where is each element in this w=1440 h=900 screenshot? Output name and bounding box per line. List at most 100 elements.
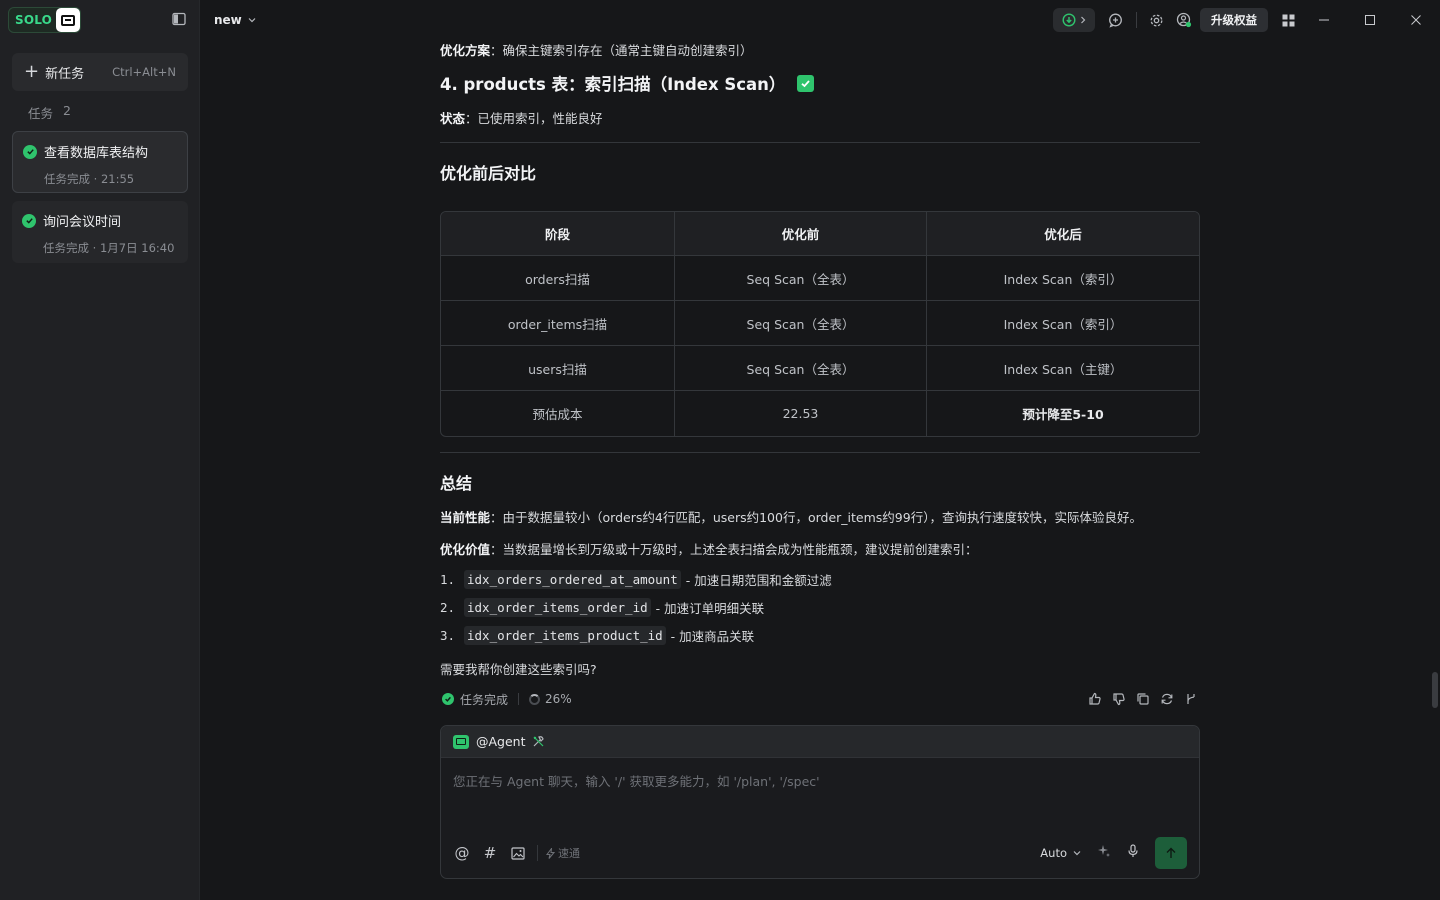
progress-ring-icon — [529, 693, 541, 705]
table-cell: Seq Scan（全表） — [675, 301, 927, 346]
table-header-row: 阶段 优化前 优化后 — [441, 212, 1199, 256]
arrow-up-icon — [1166, 847, 1176, 858]
divider — [518, 693, 520, 705]
opt-plan-text: ：确保主键索引存在（通常主键自动创建索引） — [490, 43, 753, 58]
tasks-label: 任务 — [28, 106, 54, 121]
tools-icon[interactable] — [532, 735, 545, 748]
new-task-button[interactable]: + 新任务 Ctrl+Alt+N — [12, 53, 188, 91]
lightning-icon — [546, 847, 555, 859]
scrollbar-thumb[interactable] — [1432, 672, 1438, 708]
table-row: orders扫描 Seq Scan（全表） Index Scan（索引） — [441, 256, 1199, 301]
download-circle-icon — [1062, 13, 1076, 27]
index-code: idx_order_items_order_id — [464, 598, 651, 617]
composer-header: @Agent — [441, 726, 1199, 758]
new-task-label: 新任务 — [45, 66, 85, 82]
composer-toolbar: @ # 速通 Auto — [453, 837, 1187, 869]
microphone-icon[interactable] — [1127, 844, 1139, 862]
table-cell: order_items扫描 — [441, 301, 675, 346]
table-header: 优化前 — [675, 212, 927, 256]
sidebar: SOLO + 新任务 Ctrl+Alt+N 任务 2 查看数据库表结构 任务完成… — [0, 0, 200, 900]
perf-label: 当前性能 — [440, 510, 491, 525]
section4-title: 4. products 表：索引扫描（Index Scan） — [440, 75, 786, 94]
logo-icon — [56, 8, 81, 32]
list-item: 1. idx_orders_ordered_at_amount - 加速日期范围… — [440, 570, 832, 589]
value-text: ：当数据量增长到万级或十万级时，上述全表扫描会成为性能瓶颈，建议提前创建索引： — [490, 542, 978, 557]
list-number: 2. — [440, 600, 456, 615]
comparison-table: 阶段 优化前 优化后 orders扫描 Seq Scan（全表） Index S… — [440, 211, 1200, 437]
top-bar: new 升级权益 — [201, 0, 1440, 40]
check-circle-icon — [22, 213, 36, 228]
account-icon[interactable] — [1174, 10, 1194, 30]
question-line: 需要我帮你创建这些索引吗? — [440, 662, 597, 677]
sparkle-icon[interactable] — [1097, 844, 1111, 862]
chat-add-icon[interactable] — [1105, 10, 1125, 30]
gear-icon[interactable] — [1146, 10, 1166, 30]
list-number: 3. — [440, 628, 456, 643]
table-cell: Seq Scan（全表） — [675, 346, 927, 391]
summary-heading: 总结 — [440, 474, 473, 493]
upgrade-button[interactable]: 升级权益 — [1200, 8, 1268, 32]
section-heading: 4. products 表：索引扫描（Index Scan） — [440, 71, 815, 95]
table-cell: Index Scan（索引） — [927, 256, 1199, 301]
close-icon[interactable] — [1406, 10, 1426, 30]
hash-icon[interactable]: # — [481, 844, 499, 862]
agent-mention[interactable]: @Agent — [476, 734, 526, 749]
table-cell: Seq Scan（全表） — [675, 256, 927, 301]
status-text: ：已使用索引，性能良好 — [465, 111, 603, 126]
index-desc: - 加速订单明细关联 — [655, 601, 765, 616]
solo-brand[interactable]: SOLO — [8, 7, 82, 33]
new-task-shortcut: Ctrl+Alt+N — [112, 65, 176, 79]
table-header: 优化后 — [927, 212, 1199, 256]
chat-composer: @Agent 您正在与 Agent 聊天，输入 '/' 获取更多能力，如 '/p… — [440, 725, 1200, 879]
brand-label: SOLO — [15, 13, 53, 27]
project-selector[interactable]: new — [214, 13, 256, 27]
apps-grid-icon[interactable] — [1278, 10, 1298, 30]
message-actions — [1088, 692, 1198, 706]
task-title: 查看数据库表结构 — [44, 146, 149, 161]
chevron-down-icon — [248, 18, 256, 23]
table-header: 阶段 — [441, 212, 675, 256]
perf-text: ：由于数据量较小（orders约4行匹配，users约100行，order_it… — [490, 510, 1142, 525]
table-cell: 22.53 — [675, 391, 927, 436]
opt-plan-label: 优化方案 — [440, 43, 491, 58]
composer-right-tools: Auto — [1040, 837, 1187, 869]
mention-icon[interactable]: @ — [453, 844, 471, 862]
tasks-header: 任务 2 — [28, 103, 71, 122]
value-line: 优化价值：当数据量增长到万级或十万级时，上述全表扫描会成为性能瓶颈，建议提前创建… — [440, 539, 978, 558]
list-number: 1. — [440, 572, 456, 587]
sidebar-toggle-icon[interactable] — [172, 12, 188, 28]
thumbs-up-icon[interactable] — [1088, 692, 1102, 706]
divider — [440, 142, 1200, 143]
check-mark-icon — [797, 74, 815, 92]
maximize-icon[interactable] — [1360, 10, 1380, 30]
value-label: 优化价值 — [440, 542, 491, 557]
copy-icon[interactable] — [1136, 692, 1150, 706]
status-label: 状态 — [440, 111, 466, 126]
table-row: 预估成本 22.53 预计降至5-10 — [441, 391, 1199, 436]
model-selector[interactable]: Auto — [1040, 846, 1081, 860]
run-button[interactable] — [1053, 8, 1095, 32]
image-icon[interactable] — [509, 844, 527, 862]
task-item-db-schema[interactable]: 查看数据库表结构 任务完成 · 21:55 — [12, 131, 188, 193]
index-code: idx_order_items_product_id — [464, 626, 666, 645]
task-status: 任务完成 · 1月7日 16:40 — [43, 241, 175, 255]
refresh-icon[interactable] — [1160, 692, 1174, 706]
speed-toggle[interactable]: 速通 — [537, 845, 580, 861]
plus-icon: + — [24, 61, 40, 82]
table-row: users扫描 Seq Scan（全表） Index Scan（主键） — [441, 346, 1199, 391]
tasks-count: 2 — [63, 103, 71, 118]
send-button[interactable] — [1155, 837, 1187, 869]
agent-icon — [453, 734, 469, 749]
chat-input[interactable]: 您正在与 Agent 聊天，输入 '/' 获取更多能力，如 '/plan', '… — [453, 771, 820, 790]
divider — [440, 452, 1200, 453]
task-status: 任务完成 · 21:55 — [44, 172, 135, 186]
thumbs-down-icon[interactable] — [1112, 692, 1126, 706]
index-desc: - 加速商品关联 — [670, 629, 755, 644]
divider — [1136, 12, 1137, 28]
index-code: idx_orders_ordered_at_amount — [464, 570, 681, 589]
minimize-icon[interactable] — [1314, 10, 1334, 30]
table-cell: 预计降至5-10 — [1022, 407, 1104, 422]
branch-icon[interactable] — [1184, 692, 1198, 706]
task-item-meeting[interactable]: 询问会议时间 任务完成 · 1月7日 16:40 — [12, 201, 188, 263]
performance-line: 当前性能：由于数据量较小（orders约4行匹配，users约100行，orde… — [440, 507, 1142, 526]
